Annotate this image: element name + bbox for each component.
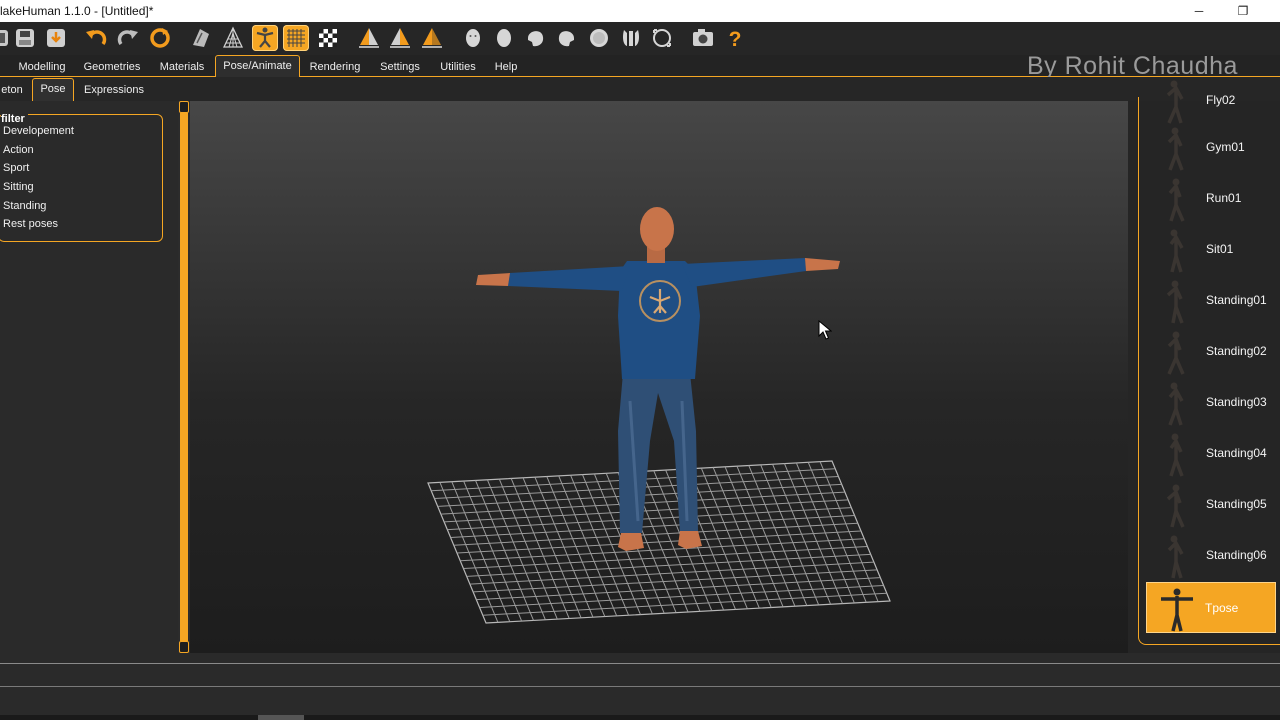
pose-item-standing02[interactable]: Standing02 <box>1146 326 1276 377</box>
timeline-divider <box>0 663 1280 664</box>
save-icon[interactable] <box>12 25 38 51</box>
human-model <box>476 207 840 551</box>
pose-thumbnail <box>1166 484 1185 528</box>
subtab-skeleton[interactable]: eton <box>0 80 24 100</box>
help-icon[interactable]: ? <box>722 25 748 51</box>
filter-item-sport[interactable]: Sport <box>3 162 29 174</box>
pose-item-label: Run01 <box>1206 191 1242 205</box>
reset-icon[interactable] <box>147 25 173 51</box>
pose-item-standing06[interactable]: Standing06 <box>1146 530 1276 581</box>
pose-thumbnail <box>1166 280 1184 324</box>
grid-icon[interactable] <box>283 25 309 51</box>
pose-item-standing01[interactable]: Standing01 <box>1146 275 1276 326</box>
pose-item-label: Gym01 <box>1206 140 1245 154</box>
pose-item-sit01[interactable]: Sit01 <box>1146 224 1276 275</box>
tab-settings[interactable]: Settings <box>372 57 428 77</box>
pose-thumbnail <box>1168 382 1184 426</box>
pose-thumbnail <box>1161 588 1193 632</box>
reset-camera-icon[interactable] <box>649 25 675 51</box>
filter-item-rest-poses[interactable]: Rest poses <box>3 218 58 230</box>
title-bar: lakeHuman 1.1.0 - [Untitled]* ─ ❐ <box>0 0 1280 22</box>
panel-splitter-slider[interactable] <box>178 101 190 653</box>
pose-item-label: Standing03 <box>1206 395 1267 409</box>
pose-item-tpose[interactable]: Tpose <box>1146 582 1276 633</box>
ground-grid <box>427 460 891 624</box>
pose-thumbnail <box>1169 433 1184 477</box>
filter-box: filter Developement Action Sport Sitting… <box>0 113 163 242</box>
tab-pose-animate[interactable]: Pose/Animate <box>215 55 300 77</box>
head-back-icon[interactable] <box>491 25 517 51</box>
pose-thumbnail <box>1167 331 1185 375</box>
pose-item-label: Standing05 <box>1206 497 1267 511</box>
makehuman-window: lakeHuman 1.1.0 - [Untitled]* ─ ❐ ? Mode… <box>0 0 1280 720</box>
wireframe-icon[interactable] <box>220 25 246 51</box>
restore-button[interactable]: ❐ <box>1220 0 1266 22</box>
pose-subtabs: eton Pose Expressions <box>0 77 1280 101</box>
pose-item-label: Tpose <box>1205 601 1239 615</box>
filter-item-action[interactable]: Action <box>3 144 34 156</box>
head-right-icon[interactable] <box>554 25 580 51</box>
bottom-bar <box>0 653 1280 720</box>
front-view-icon[interactable] <box>356 25 382 51</box>
pose-list-panel: Fly02 Gym01 Run01 Sit01 Standing01 Standing02… <box>1128 80 1280 653</box>
pose-item-label: Standing01 <box>1206 293 1267 307</box>
head-top-icon[interactable] <box>586 25 612 51</box>
pose-item-label: Sit01 <box>1206 242 1234 256</box>
pose-thumbnail <box>1169 229 1184 273</box>
pose-item-standing04[interactable]: Standing04 <box>1146 428 1276 479</box>
pose-item-label: Fly02 <box>1206 93 1236 107</box>
scene-render <box>427 207 891 624</box>
pose-thumbnail <box>1166 80 1184 124</box>
checker-icon[interactable] <box>315 25 341 51</box>
undo-icon[interactable] <box>83 25 109 51</box>
pose-item-standing05[interactable]: Standing05 <box>1146 479 1276 530</box>
slider-bottom-handle[interactable] <box>179 641 189 653</box>
pose-thumbnail <box>1167 127 1184 171</box>
tab-help[interactable]: Help <box>488 57 524 77</box>
tab-utilities[interactable]: Utilities <box>432 57 484 77</box>
horizontal-scrollbar[interactable] <box>0 715 1280 720</box>
pose-icon[interactable] <box>252 25 278 51</box>
pose-item-run01[interactable]: Run01 <box>1146 173 1276 224</box>
subtab-pose[interactable]: Pose <box>32 78 74 101</box>
tab-geometries[interactable]: Geometries <box>78 57 146 77</box>
filter-item-sitting[interactable]: Sitting <box>3 181 34 193</box>
window-title: lakeHuman 1.1.0 - [Untitled]* <box>0 4 154 18</box>
head-left-icon[interactable] <box>522 25 548 51</box>
pose-item-label: Standing06 <box>1206 548 1267 562</box>
redo-icon[interactable] <box>115 25 141 51</box>
tab-modelling[interactable]: Modelling <box>10 57 74 77</box>
3d-viewport[interactable] <box>190 101 1128 653</box>
tab-materials[interactable]: Materials <box>151 57 213 77</box>
scrollbar-thumb[interactable] <box>258 715 304 720</box>
status-divider <box>0 686 1280 687</box>
pose-thumbnail <box>1168 178 1185 222</box>
mouse-cursor-icon <box>818 320 832 340</box>
pose-item-label: Standing02 <box>1206 344 1267 358</box>
main-toolbar: ? <box>0 22 1280 55</box>
pose-item-gym01[interactable]: Gym01 <box>1146 122 1276 173</box>
head-front-icon[interactable] <box>460 25 486 51</box>
filter-item-developement[interactable]: Developement <box>3 125 74 137</box>
slider-track[interactable] <box>180 113 188 641</box>
smooth-icon[interactable] <box>188 25 214 51</box>
tab-rendering[interactable]: Rendering <box>302 57 368 77</box>
side-view-icon[interactable] <box>387 25 413 51</box>
pose-item-standing03[interactable]: Standing03 <box>1146 377 1276 428</box>
grid-partial-icon[interactable] <box>0 25 12 51</box>
slider-top-handle[interactable] <box>179 101 189 113</box>
load-icon[interactable] <box>43 25 69 51</box>
filter-title: filter <box>1 113 28 125</box>
pose-item-label: Standing04 <box>1206 446 1267 460</box>
minimize-button[interactable]: ─ <box>1176 0 1222 22</box>
svg-text:?: ? <box>729 28 742 51</box>
left-panel: filter Developement Action Sport Sitting… <box>0 101 178 661</box>
pose-item-fly02[interactable]: Fly02 <box>1146 75 1276 126</box>
pose-thumbnail <box>1167 535 1184 579</box>
head-bottom-icon[interactable] <box>618 25 644 51</box>
screenshot-icon[interactable] <box>690 25 716 51</box>
filter-item-standing[interactable]: Standing <box>3 200 46 212</box>
back-view-icon[interactable] <box>419 25 445 51</box>
subtab-expressions[interactable]: Expressions <box>80 80 148 100</box>
